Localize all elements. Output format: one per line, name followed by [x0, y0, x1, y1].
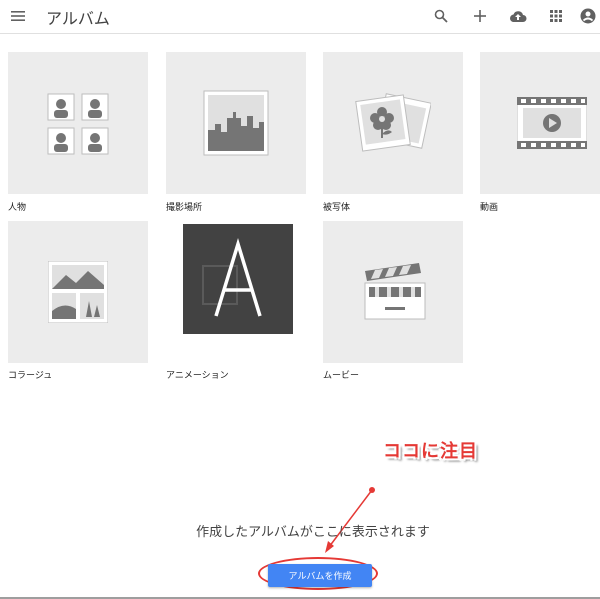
annotation-arrow	[325, 487, 375, 553]
account-avatar-icon[interactable]	[578, 6, 598, 26]
album-tile-collage[interactable]	[8, 221, 148, 363]
tile-label: 被写体	[323, 203, 351, 213]
album-tile-things[interactable]	[323, 52, 463, 194]
tile-label: ムービー	[323, 371, 360, 381]
tile-label: 動画	[480, 203, 499, 213]
flower-photos-icon	[355, 93, 431, 152]
add-icon[interactable]	[470, 6, 490, 26]
annotation-callout: ココに注目	[383, 441, 478, 462]
page-title: アルバム	[46, 9, 110, 28]
apps-grid-icon[interactable]	[546, 6, 566, 26]
film-icon	[517, 97, 587, 149]
album-tile-people[interactable]	[8, 52, 148, 194]
top-app-bar: アルバム	[0, 0, 600, 34]
create-album-button[interactable]: アルバムを作成	[268, 564, 372, 587]
album-tile-videos[interactable]	[480, 52, 600, 194]
collage-icon	[48, 261, 108, 323]
album-tile-movie[interactable]	[323, 221, 463, 363]
cloud-upload-icon[interactable]	[508, 6, 528, 26]
tile-label: コラージュ	[8, 371, 53, 381]
album-tile-animation[interactable]	[166, 221, 306, 363]
tile-label: 人物	[8, 203, 27, 213]
empty-state-message: 作成したアルバムがここに表示されます	[196, 525, 430, 540]
city-icon	[203, 90, 269, 156]
album-tile-places[interactable]	[166, 52, 306, 194]
animation-a-icon	[183, 224, 293, 334]
tile-label: 撮影場所	[166, 203, 203, 213]
clapperboard-icon	[364, 263, 426, 320]
people-icon	[47, 93, 109, 155]
search-icon[interactable]	[431, 6, 451, 26]
menu-icon[interactable]	[8, 6, 28, 26]
tile-label: アニメーション	[166, 371, 229, 381]
